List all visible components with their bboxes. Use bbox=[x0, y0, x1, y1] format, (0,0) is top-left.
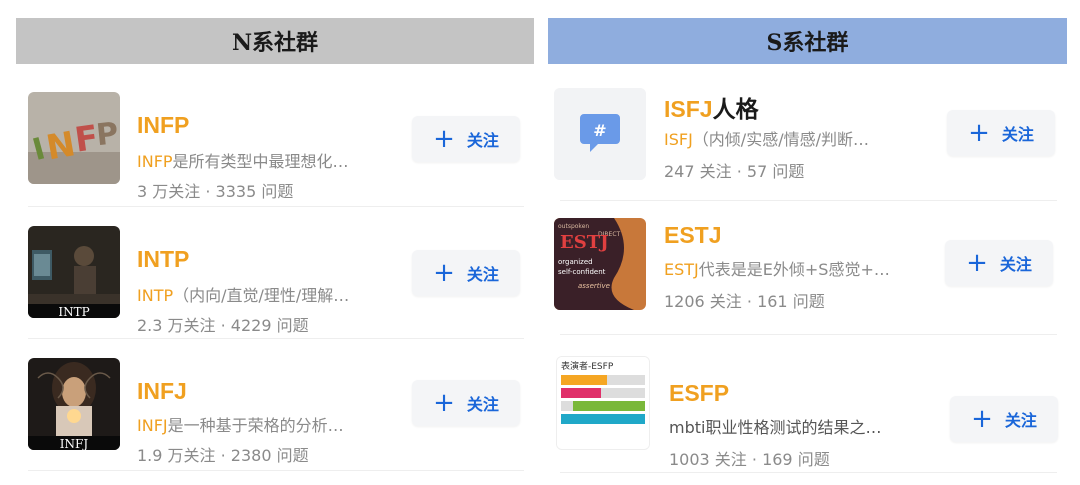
panel-header-n: N系社群 bbox=[16, 18, 534, 64]
item-stats: 1003 关注 · 169 问题 bbox=[669, 450, 830, 469]
plus-icon: + bbox=[433, 258, 455, 288]
plus-icon: + bbox=[433, 124, 455, 154]
n-community-panel: N系社群 I N F P INFP INFP是所有类型中最理想化… 3 万关注 … bbox=[16, 18, 534, 471]
follow-button[interactable]: + 关注 bbox=[947, 110, 1055, 156]
list-item-estj[interactable]: outspoken DIRECT ESTJ organized self-con… bbox=[548, 218, 1067, 318]
item-title[interactable]: ESTJ bbox=[664, 222, 722, 249]
follow-button[interactable]: + 关注 bbox=[412, 380, 520, 426]
intp-thumbnail: INTP bbox=[28, 226, 120, 318]
svg-text:#: # bbox=[593, 121, 606, 140]
svg-text:assertive: assertive bbox=[578, 282, 610, 290]
svg-text:表演者-ESFP: 表演者-ESFP bbox=[561, 360, 614, 372]
item-title[interactable]: ESFP bbox=[669, 380, 729, 407]
svg-text:outspoken: outspoken bbox=[558, 223, 589, 230]
item-title[interactable]: INFP bbox=[137, 112, 189, 139]
list-item-infp[interactable]: I N F P INFP INFP是所有类型中最理想化… 3 万关注 · 333… bbox=[16, 92, 534, 201]
divider bbox=[560, 334, 1057, 335]
plus-icon: + bbox=[971, 404, 993, 434]
svg-text:organized: organized bbox=[558, 258, 593, 266]
divider bbox=[28, 470, 524, 471]
item-description: mbti职业性格测试的结果之… bbox=[669, 418, 882, 437]
item-description: INFJ是一种基于荣格的分析… bbox=[137, 416, 344, 435]
plus-icon: + bbox=[966, 248, 988, 278]
plus-icon: + bbox=[968, 118, 990, 148]
panel-header-s: S系社群 bbox=[548, 18, 1067, 64]
estj-thumbnail: outspoken DIRECT ESTJ organized self-con… bbox=[554, 218, 646, 310]
list-item-intp[interactable]: INTP INTP INTP（内向/直觉/理性/理解… 2.3 万关注 · 42… bbox=[16, 226, 534, 335]
item-stats: 247 关注 · 57 问题 bbox=[664, 162, 805, 181]
item-stats: 3 万关注 · 3335 问题 bbox=[137, 182, 294, 201]
infj-thumbnail: INFJ bbox=[28, 358, 120, 450]
item-description: ISFJ（内倾/实感/情感/判断… bbox=[664, 130, 869, 149]
item-stats: 1206 关注 · 161 问题 bbox=[664, 292, 825, 311]
follow-button[interactable]: + 关注 bbox=[950, 396, 1058, 442]
divider bbox=[560, 200, 1057, 201]
svg-text:self-confident: self-confident bbox=[558, 268, 606, 276]
svg-text:INTP: INTP bbox=[58, 305, 89, 318]
list-item-esfp[interactable]: 表演者-ESFP ESFP mbti职业性格测试的结果之… 1003 关注 · … bbox=[548, 356, 1067, 469]
item-title[interactable]: ISFJ人格 bbox=[664, 90, 759, 124]
isfj-thumbnail: # bbox=[554, 88, 646, 180]
divider bbox=[28, 206, 524, 207]
follow-button[interactable]: + 关注 bbox=[945, 240, 1053, 286]
divider bbox=[560, 472, 1057, 473]
s-community-panel: S系社群 # ISFJ人格 ISFJ（内倾/实感/情感/判断… 247 关注 ·… bbox=[548, 18, 1067, 473]
item-stats: 1.9 万关注 · 2380 问题 bbox=[137, 446, 309, 465]
item-stats: 2.3 万关注 · 4229 问题 bbox=[137, 316, 309, 335]
item-description: INTP（内向/直觉/理性/理解… bbox=[137, 286, 350, 305]
svg-text:ESTJ: ESTJ bbox=[560, 232, 609, 253]
list-item-infj[interactable]: INFJ INFJ INFJ是一种基于荣格的分析… 1.9 万关注 · 2380… bbox=[16, 358, 534, 465]
item-description: ESTJ代表是是E外倾+S感觉+… bbox=[664, 260, 890, 279]
follow-button[interactable]: + 关注 bbox=[412, 250, 520, 296]
follow-button[interactable]: + 关注 bbox=[412, 116, 520, 162]
svg-text:INFJ: INFJ bbox=[60, 437, 89, 450]
svg-text:P: P bbox=[94, 116, 120, 153]
list-item-isfj[interactable]: # ISFJ人格 ISFJ（内倾/实感/情感/判断… 247 关注 · 57 问… bbox=[548, 88, 1067, 188]
esfp-thumbnail: 表演者-ESFP bbox=[556, 356, 650, 450]
plus-icon: + bbox=[433, 388, 455, 418]
infp-thumbnail: I N F P bbox=[28, 92, 120, 184]
item-title[interactable]: INTP bbox=[137, 246, 189, 273]
item-description: INFP是所有类型中最理想化… bbox=[137, 152, 349, 171]
item-title[interactable]: INFJ bbox=[137, 378, 187, 405]
divider bbox=[28, 338, 524, 339]
